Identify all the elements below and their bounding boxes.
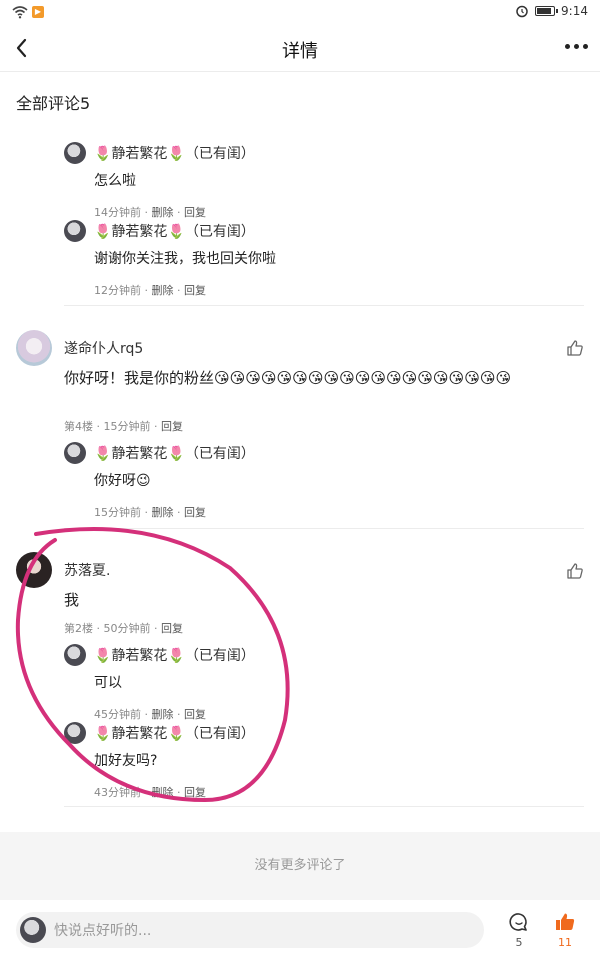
- reply-meta: 43分钟前 · 删除 · 回复: [94, 786, 206, 799]
- divider: [64, 528, 584, 529]
- comment-text: 你好呀！我是你的粉丝😘😘😘😘😘😘😘😘😘😘😘😘😘😘😘😘😘😘😘: [64, 369, 512, 387]
- reply-item: 🌷静若繁花🌷（已有闺） 谢谢你关注我，我也回关你啦 12分钟前 · 删除 · 回…: [64, 218, 584, 298]
- comment-author[interactable]: 遂命仆人rq5: [64, 338, 143, 358]
- reply-link[interactable]: 回复: [184, 786, 206, 799]
- avatar[interactable]: [64, 142, 86, 164]
- delete-link[interactable]: 删除: [152, 506, 174, 519]
- delete-link[interactable]: 删除: [152, 284, 174, 297]
- like-count: 11: [558, 936, 572, 949]
- divider: [64, 806, 584, 807]
- comment-count: 5: [515, 936, 523, 949]
- avatar[interactable]: [64, 220, 86, 242]
- page-title: 详情: [282, 41, 318, 62]
- comments-count-title: 全部评论5: [16, 94, 91, 113]
- reply-link[interactable]: 回复: [161, 420, 183, 433]
- thumbs-up-filled-icon: [556, 913, 575, 930]
- reply-meta: 12分钟前 · 删除 · 回复: [94, 284, 206, 297]
- delete-link[interactable]: 删除: [152, 786, 174, 799]
- reply-text: 可以: [94, 675, 122, 691]
- status-bar: ▶ 9:14: [0, 0, 600, 26]
- thumbs-up-icon[interactable]: [566, 562, 584, 580]
- reply-item: 🌷静若繁花🌷（已有闺） 可以 45分钟前 · 删除 · 回复: [64, 642, 584, 722]
- comment-input-placeholder: 快说点好听的...: [54, 923, 152, 939]
- comment-button[interactable]: 5: [508, 912, 530, 949]
- reply-author[interactable]: 🌷静若繁花🌷（已有闺）: [94, 143, 255, 163]
- comment-meta: 第4楼 · 15分钟前 · 回复: [64, 420, 183, 433]
- comment-text: 我: [64, 591, 80, 609]
- clock: 9:14: [561, 4, 588, 18]
- alarm-icon: [516, 5, 528, 18]
- comment-header: 遂命仆人rq5: [16, 330, 143, 366]
- like-button[interactable]: 11: [554, 912, 576, 949]
- reply-author[interactable]: 🌷静若繁花🌷（已有闺）: [94, 723, 255, 743]
- reply-item: 🌷静若繁花🌷（已有闺） 加好友吗? 43分钟前 · 删除 · 回复: [64, 720, 584, 800]
- comment-input[interactable]: 快说点好听的...: [16, 912, 484, 948]
- comment-author[interactable]: 苏落夏.: [64, 560, 110, 580]
- reply-text: 加好友吗?: [94, 753, 158, 769]
- nav-bar: 详情: [0, 26, 600, 72]
- avatar[interactable]: [64, 442, 86, 464]
- avatar: [20, 917, 46, 943]
- avatar[interactable]: [64, 644, 86, 666]
- battery-icon: [535, 6, 559, 16]
- reply-text: 谢谢你关注我，我也回关你啦: [94, 251, 276, 267]
- reply-text: 怎么啦: [94, 173, 136, 189]
- reply-link[interactable]: 回复: [184, 506, 206, 519]
- avatar[interactable]: [16, 552, 52, 588]
- reply-meta: 15分钟前 · 删除 · 回复: [94, 506, 206, 519]
- comment-icon: [509, 913, 527, 931]
- reply-author[interactable]: 🌷静若繁花🌷（已有闺）: [94, 443, 255, 463]
- wifi-icon: [12, 6, 28, 19]
- thumbs-up-icon[interactable]: [566, 339, 584, 357]
- comment-header: 苏落夏.: [16, 552, 110, 588]
- reply-item: 🌷静若繁花🌷（已有闺） 怎么啦 14分钟前 · 删除 · 回复: [64, 140, 584, 220]
- no-more-comments: 没有更多评论了: [0, 832, 600, 900]
- comment-meta: 第2楼 · 50分钟前 · 回复: [64, 622, 183, 635]
- reply-link[interactable]: 回复: [184, 284, 206, 297]
- avatar[interactable]: [16, 330, 52, 366]
- reply-author[interactable]: 🌷静若繁花🌷（已有闺）: [94, 645, 255, 665]
- bottom-bar: 快说点好听的... 5 11: [0, 900, 600, 960]
- media-notification-icon: ▶: [32, 6, 44, 18]
- avatar[interactable]: [64, 722, 86, 744]
- reply-author[interactable]: 🌷静若繁花🌷（已有闺）: [94, 221, 255, 241]
- reply-text: 你好呀😉: [94, 473, 151, 489]
- reply-link[interactable]: 回复: [161, 622, 183, 635]
- more-options-icon[interactable]: [565, 44, 588, 49]
- divider: [64, 305, 584, 306]
- reply-item: 🌷静若繁花🌷（已有闺） 你好呀😉 15分钟前 · 删除 · 回复: [64, 440, 584, 520]
